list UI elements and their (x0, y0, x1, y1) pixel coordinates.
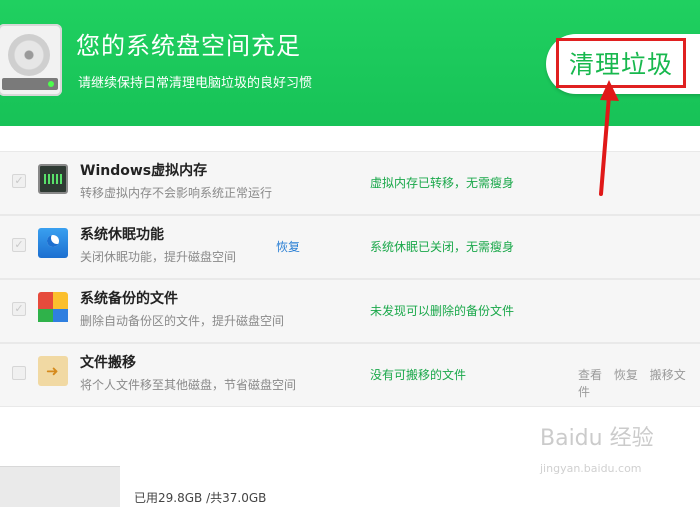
item-status: 未发现可以删除的备份文件 (370, 304, 515, 318)
move-folder-icon (38, 356, 68, 386)
item-description: 将个人文件移至其他磁盘，节省磁盘空间 (80, 378, 297, 392)
item-description: 关闭休眠功能，提升磁盘空间 (80, 250, 237, 264)
item-description: 转移虚拟内存不会影响系统正常运行 (80, 186, 273, 200)
header-subtitle: 请继续保持日常清理电脑垃圾的良好习惯 (78, 76, 313, 91)
disk-usage-text: 已用29.8GB /共37.0GB (134, 491, 267, 505)
disk-usage-bar (0, 466, 120, 507)
row-actions: 查看 恢复 搬移文件 (578, 366, 700, 400)
item-title: Windows虚拟内存 (80, 163, 208, 179)
watermark-url: jingyan.baidu.com (540, 462, 642, 475)
header-title: 您的系统盘空间充足 (76, 32, 301, 60)
clean-junk-button[interactable]: 清理垃圾 (546, 34, 700, 94)
item-status: 虚拟内存已转移，无需瘦身 (370, 176, 515, 190)
backup-files-icon (38, 292, 68, 322)
item-status: 系统休眠已关闭，无需瘦身 (370, 240, 515, 254)
list-item-file-move: ✓ 文件搬移 将个人文件移至其他磁盘，节省磁盘空间 没有可搬移的文件 查看 恢复… (0, 343, 700, 407)
checkbox[interactable]: ✓ (12, 366, 26, 380)
checkbox[interactable]: ✓ (12, 238, 26, 252)
item-status: 没有可搬移的文件 (370, 368, 467, 382)
item-title: 系统备份的文件 (80, 291, 178, 307)
memory-chip-icon (38, 164, 68, 194)
sleep-moon-icon (38, 228, 68, 258)
baidu-watermark: Baidu 经验 (540, 426, 654, 451)
list-item-virtual-memory: ✓ Windows虚拟内存 转移虚拟内存不会影响系统正常运行 虚拟内存已转移，无… (0, 151, 700, 215)
item-title: 系统休眠功能 (80, 227, 164, 243)
clean-junk-label[interactable]: 清理垃圾 (556, 38, 686, 88)
view-link[interactable]: 查看 (578, 368, 602, 382)
list-item-system-backup: ✓ 系统备份的文件 删除自动备份区的文件，提升磁盘空间 未发现可以删除的备份文件 (0, 279, 700, 343)
hard-disk-icon (0, 24, 62, 96)
item-description: 删除自动备份区的文件，提升磁盘空间 (80, 314, 285, 328)
item-title: 文件搬移 (80, 355, 136, 371)
header-banner: 您的系统盘空间充足 请继续保持日常清理电脑垃圾的良好习惯 清理垃圾 (0, 0, 700, 126)
restore-link[interactable]: 恢复 (614, 368, 638, 382)
list-item-hibernate: ✓ 系统休眠功能 关闭休眠功能，提升磁盘空间 恢复 系统休眠已关闭，无需瘦身 (0, 215, 700, 279)
checkbox[interactable]: ✓ (12, 302, 26, 316)
restore-link[interactable]: 恢复 (276, 238, 300, 255)
checkbox[interactable]: ✓ (12, 174, 26, 188)
